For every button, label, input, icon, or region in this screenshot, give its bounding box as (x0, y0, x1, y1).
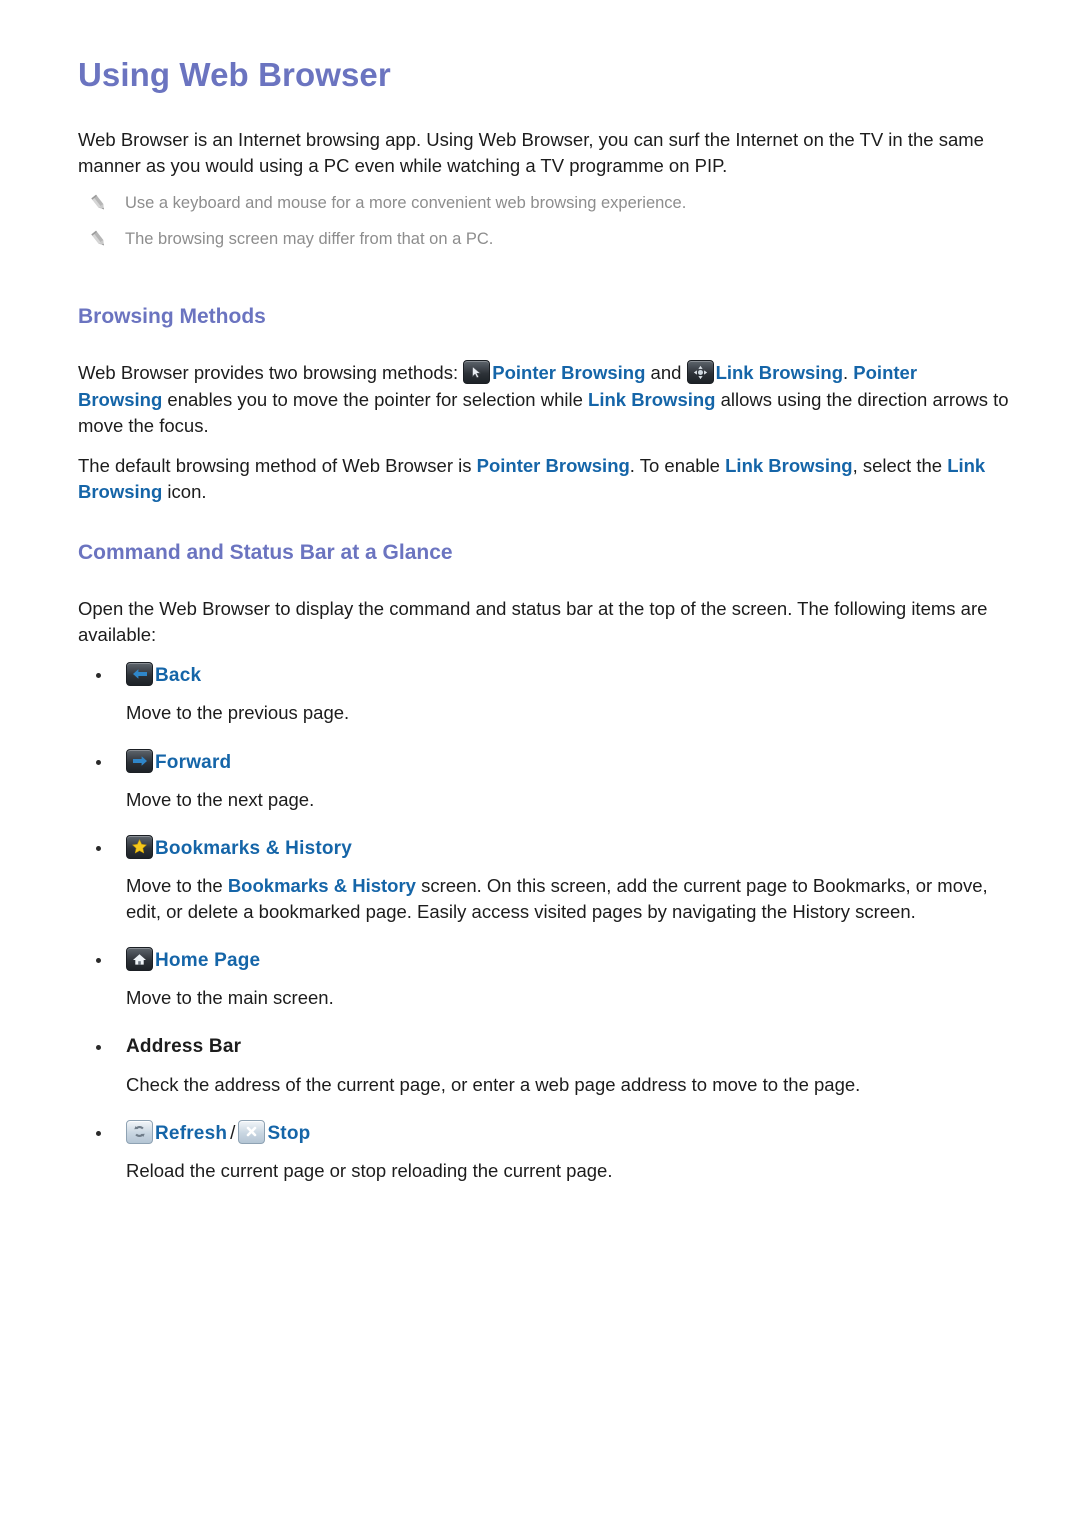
text-fragment: . To enable (629, 455, 720, 477)
stop-x-icon[interactable] (238, 1119, 266, 1144)
section-heading-command-status-bar: Command and Status Bar at a Glance (78, 540, 453, 564)
text-fragment: enables you to move the pointer for sele… (167, 388, 583, 410)
command-item-label[interactable]: Back (155, 665, 201, 686)
link-pointer-browsing[interactable]: Pointer Browsing (477, 455, 630, 476)
command-item-label[interactable]: Home Page (155, 950, 260, 971)
link-pointer-browsing[interactable]: Pointer Browsing (492, 362, 645, 383)
command-item-address-bar: Address Bar (78, 1034, 1018, 1062)
link-link-browsing[interactable]: Link Browsing (588, 389, 715, 410)
text-fragment: and (650, 362, 682, 384)
text-fragment: Web Browser provides two browsing method… (78, 362, 459, 384)
pencil-icon (90, 230, 107, 249)
bullet-dot (96, 1130, 101, 1136)
mouse-pointer-icon[interactable] (463, 360, 491, 385)
command-item-label[interactable]: Forward (155, 752, 231, 773)
command-item-forward: Forward (78, 748, 1018, 777)
page-title: Using Web Browser (78, 56, 391, 93)
note-text: The browsing screen may differ from that… (125, 229, 494, 248)
note-text: Use a keyboard and mouse for a more conv… (125, 194, 687, 213)
link-link-browsing[interactable]: Link Browsing (716, 362, 843, 383)
command-item-description: Move to the previous page. (126, 702, 350, 724)
command-item-description: Move to the next page. (126, 788, 315, 810)
pencil-icon (90, 194, 107, 213)
refresh-icon[interactable] (126, 1119, 153, 1144)
command-status-intro: Open the Web Browser to display the comm… (78, 597, 988, 646)
bullet-dot (96, 759, 101, 765)
browsing-methods-paragraph-1: Web Browser provides two browsing method… (78, 360, 1018, 439)
command-item-bookmarks-history: Bookmarks & History (78, 834, 1018, 863)
star-bookmark-icon[interactable] (126, 834, 153, 859)
list-item: Back Move to the previous page. (78, 662, 1018, 726)
text-fragment: icon. (167, 481, 207, 503)
command-item-label[interactable]: Refresh (155, 1123, 227, 1144)
command-item-description: Move to the main screen. (126, 987, 334, 1009)
command-items-list: Back Move to the previous page. Forward … (78, 662, 1018, 1184)
command-item-description: Reload the current page or stop reloadin… (126, 1159, 613, 1181)
list-item: Refresh / Stop Reload the current page or… (78, 1119, 1018, 1184)
browsing-methods-paragraph-2: The default browsing method of Web Brows… (78, 453, 1018, 506)
command-item-label[interactable]: Stop (267, 1123, 310, 1144)
list-item: Address Bar Check the address of the cur… (78, 1034, 1018, 1098)
command-item-label[interactable]: Bookmarks & History (155, 838, 352, 859)
document-page: Using Web Browser Web Browser is an Inte… (0, 0, 1080, 1527)
bullet-dot (96, 958, 101, 964)
section-heading-browsing-methods: Browsing Methods (78, 305, 266, 328)
command-item-description: Move to the Bookmarks & History screen. … (78, 873, 1018, 926)
command-item-refresh-stop: Refresh / Stop (78, 1119, 1018, 1148)
home-house-icon[interactable] (126, 947, 153, 972)
forward-arrow-icon[interactable] (126, 748, 153, 773)
list-item: Bookmarks & History Move to the Bookmark… (78, 834, 1018, 926)
command-item-description: Check the address of the current page, o… (126, 1073, 861, 1095)
text-fragment: , select the (852, 455, 943, 477)
list-item: Forward Move to the next page. (78, 748, 1018, 813)
text-fragment: . (843, 362, 849, 384)
command-item-home-page: Home Page (78, 947, 1018, 975)
direction-arrows-icon[interactable] (686, 360, 714, 385)
command-item-back: Back (78, 662, 1018, 690)
bullet-dot (96, 845, 101, 851)
bullet-dot (96, 673, 101, 679)
text-fragment: The default browsing method of Web Brows… (78, 455, 472, 477)
bullet-dot (96, 1044, 101, 1050)
label-separator: / (230, 1122, 236, 1144)
note-item: The browsing screen may differ from that… (78, 229, 1018, 250)
intro-paragraph: Web Browser is an Internet browsing app.… (78, 128, 984, 176)
link-bookmarks-history[interactable]: Bookmarks & History (228, 875, 416, 896)
text-fragment: Move to the (126, 874, 223, 896)
list-item: Home Page Move to the main screen. (78, 947, 1018, 1011)
back-arrow-icon[interactable] (126, 662, 153, 687)
link-link-browsing[interactable]: Link Browsing (725, 455, 852, 476)
command-item-label: Address Bar (126, 1035, 242, 1057)
note-item: Use a keyboard and mouse for a more conv… (78, 193, 1018, 214)
